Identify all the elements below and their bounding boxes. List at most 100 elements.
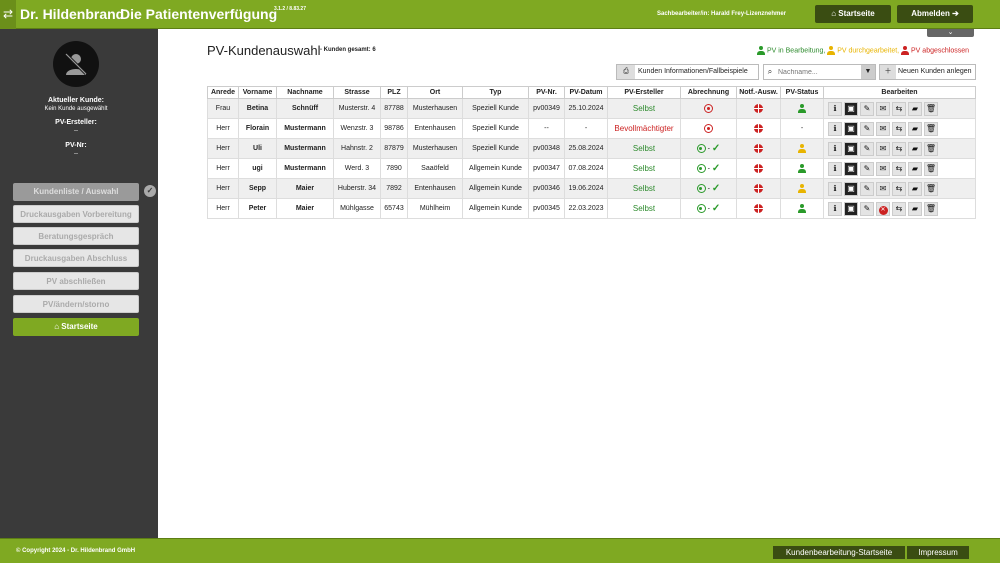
cell-pvnr: pv00345 — [528, 198, 565, 219]
sidebar-item-beratung[interactable]: Beratungsgespräch — [13, 227, 139, 245]
trash-icon[interactable]: 🗑 — [924, 161, 938, 176]
trash-icon[interactable]: 🗑 — [924, 201, 938, 216]
contact-card-icon[interactable]: ▣ — [844, 121, 858, 136]
home-icon: ⌂ — [54, 322, 60, 331]
mail-icon[interactable]: ✉ — [876, 181, 890, 196]
header-home-button[interactable]: ⌂ Startseite — [815, 5, 891, 23]
table-row[interactable]: Herr Peter Maier Mühlgasse 65743 Mühlheim Allg… — [207, 198, 976, 219]
transfer-icon[interactable]: ⇆ — [892, 121, 906, 136]
folder-icon[interactable]: ▰ — [908, 161, 922, 176]
cell-pvnr: pv00349 — [528, 98, 565, 119]
trash-icon[interactable]: 🗑 — [924, 101, 938, 116]
cell-abrechnung — [680, 118, 737, 139]
mail-icon[interactable]: ✉ — [876, 101, 890, 116]
cell-typ: Speziell Kunde — [462, 98, 529, 119]
cell-strasse: Hahnstr. 2 — [333, 138, 381, 159]
sidebar-item-pv-abschliessen[interactable]: PV abschließen — [13, 272, 139, 290]
header-home-label: Startseite — [838, 9, 875, 18]
imprint-button[interactable]: Impressum — [907, 546, 969, 559]
globe-icon[interactable] — [754, 204, 763, 213]
transfer-icon[interactable]: ⇆ — [892, 201, 906, 216]
transfer-icon[interactable]: ⇆ — [892, 181, 906, 196]
folder-icon[interactable]: ▰ — [908, 101, 922, 116]
check-icon: ✓ — [711, 203, 721, 214]
folder-icon[interactable]: ▰ — [908, 181, 922, 196]
logout-button[interactable]: Abmelden ➔ — [897, 5, 973, 23]
record-red-icon — [704, 124, 713, 133]
info-icon[interactable]: ℹ — [828, 161, 842, 176]
folder-icon[interactable]: ▰ — [908, 121, 922, 136]
edit-user-icon[interactable]: ✎ — [860, 141, 874, 156]
table-row[interactable]: Herr Florain Mustermann Wenzstr. 3 98786 Ente… — [207, 118, 976, 139]
info-icon[interactable]: ℹ — [828, 181, 842, 196]
contact-card-icon[interactable]: ▣ — [844, 161, 858, 176]
cell-ort: Saaöfeld — [407, 158, 463, 179]
trash-icon[interactable]: 🗑 — [924, 121, 938, 136]
mail-icon[interactable]: ✉ — [876, 141, 890, 156]
table-row[interactable]: Herr ugi Mustermann Werd. 3 7890 Saaöfeld Allg… — [207, 158, 976, 179]
sidebar-item-druck-vorbereitung[interactable]: Druckausgaben Vorbereitung — [13, 205, 139, 223]
transfer-icon[interactable]: ⇆ — [892, 161, 906, 176]
cell-status — [780, 178, 824, 199]
info-icon[interactable]: ℹ — [828, 141, 842, 156]
sidebar-item-startseite[interactable]: ⌂ Startseite — [13, 318, 139, 336]
chevron-down-icon[interactable]: ⌄ — [927, 29, 974, 37]
globe-icon[interactable] — [754, 124, 763, 133]
info-icon[interactable]: ℹ — [828, 201, 842, 216]
trash-icon[interactable]: 🗑 — [924, 141, 938, 156]
printer-icon: ⎙ — [617, 65, 635, 79]
cell-nachname: Schnüff — [276, 98, 334, 119]
folder-icon[interactable]: ▰ — [908, 201, 922, 216]
creator-value: -- — [74, 128, 78, 134]
cancel-icon[interactable]: ✕ — [876, 201, 890, 216]
table-row[interactable]: Herr Uli Mustermann Hahnstr. 2 87879 Musterha… — [207, 138, 976, 159]
edit-user-icon[interactable]: ✎ — [860, 161, 874, 176]
current-customer-value: Kein Kunde ausgewählt — [44, 106, 108, 112]
cell-actions: ℹ ▣ ✎ ✉ ⇆ ▰ 🗑 — [823, 178, 976, 199]
mail-icon[interactable]: ✉ — [876, 161, 890, 176]
folder-icon[interactable]: ▰ — [908, 141, 922, 156]
sidebar-item-pv-aendern[interactable]: PV/ändern/storno — [13, 295, 139, 313]
sidebar-item-druck-abschluss[interactable]: Druckausgaben Abschluss — [13, 249, 139, 267]
cell-vorname: ugi — [238, 158, 277, 179]
cell-vorname: Peter — [238, 198, 277, 219]
info-icon[interactable]: ℹ — [828, 121, 842, 136]
transfer-icon[interactable]: ⇆ — [892, 141, 906, 156]
customer-info-button[interactable]: ⎙ Kunden Informationen/Fallbeispiele — [616, 64, 759, 80]
cell-status: - — [780, 118, 824, 139]
globe-icon[interactable] — [754, 164, 763, 173]
edit-user-icon[interactable]: ✎ — [860, 101, 874, 116]
person-yellow-icon — [798, 184, 806, 193]
menu-toggle-icon[interactable]: ⇄ — [0, 0, 16, 29]
col-bearbeiten: Bearbeiten — [823, 86, 976, 99]
col-ort: Ort — [407, 86, 463, 99]
filter-icon[interactable]: ▼ — [861, 65, 875, 79]
globe-icon[interactable] — [754, 104, 763, 113]
cell-strasse: Werd. 3 — [333, 158, 381, 179]
edit-user-icon[interactable]: ✎ — [860, 121, 874, 136]
page-title: PV-Kundenauswahl — [207, 43, 321, 58]
search-input[interactable] — [778, 66, 862, 78]
table-header: Anrede Vorname Nachname Strasse PLZ Ort … — [207, 86, 976, 99]
globe-icon[interactable] — [754, 144, 763, 153]
cell-datum: - — [564, 118, 608, 139]
transfer-icon[interactable]: ⇆ — [892, 101, 906, 116]
kb-start-button[interactable]: Kundenbearbeitung-Startseite — [773, 546, 905, 559]
contact-card-icon[interactable]: ▣ — [844, 141, 858, 156]
edit-user-icon[interactable]: ✎ — [860, 201, 874, 216]
table-row[interactable]: Frau Betina Schnüff Musterstr. 4 87788 Muster… — [207, 98, 976, 119]
trash-icon[interactable]: 🗑 — [924, 181, 938, 196]
pvnr-value: -- — [74, 151, 78, 157]
table-row[interactable]: Herr Sepp Maier Huberstr. 34 7892 Entenhausen… — [207, 178, 976, 199]
globe-icon[interactable] — [754, 184, 763, 193]
cell-ersteller: Selbst — [607, 98, 681, 119]
sidebar-item-kundenliste[interactable]: Kundenliste / Auswahl — [13, 183, 139, 201]
contact-card-icon[interactable]: ▣ — [844, 201, 858, 216]
new-customer-button[interactable]: ＋ Neuen Kunden anlegen — [879, 64, 976, 80]
contact-card-icon[interactable]: ▣ — [844, 181, 858, 196]
mail-icon[interactable]: ✉ — [876, 121, 890, 136]
contact-card-icon[interactable]: ▣ — [844, 101, 858, 116]
status-legend: PV in Bearbeitung, PV durchgearbeitet, P… — [757, 46, 969, 55]
edit-user-icon[interactable]: ✎ — [860, 181, 874, 196]
info-icon[interactable]: ℹ — [828, 101, 842, 116]
